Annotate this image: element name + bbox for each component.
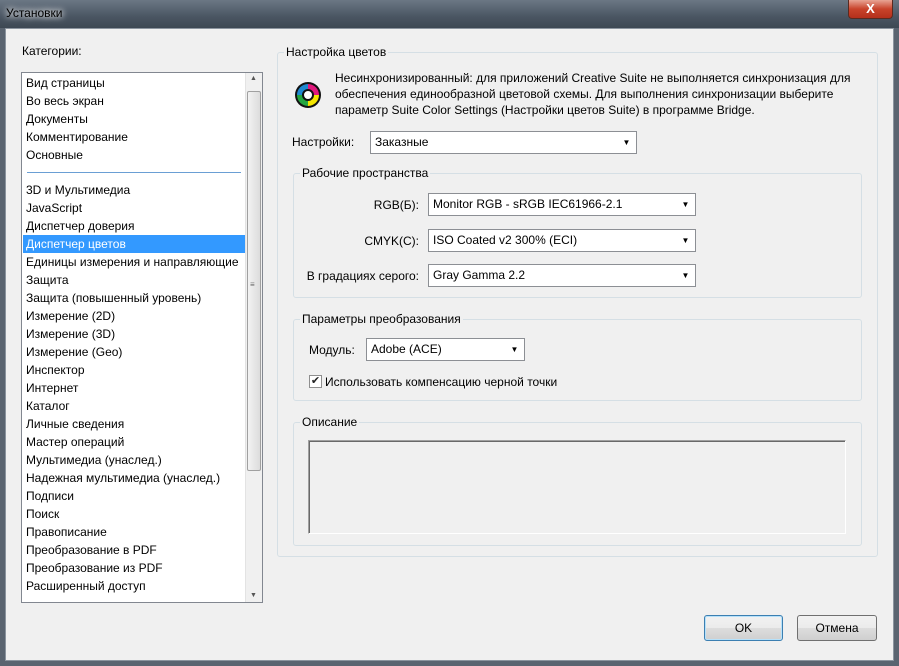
chevron-down-icon: ▼: [681, 236, 690, 245]
scrollbar[interactable]: ▲ ≡ ▼: [245, 73, 262, 602]
list-item[interactable]: Личные сведения: [23, 415, 245, 433]
list-separator: [27, 172, 241, 173]
chevron-down-icon: ▼: [681, 200, 690, 209]
message-line: Несинхронизированный: для приложений Cre…: [335, 71, 851, 85]
list-item[interactable]: Правописание: [23, 523, 245, 541]
settings-select[interactable]: Заказные ▼: [370, 131, 637, 154]
gray-select[interactable]: Gray Gamma 2.2 ▼: [428, 264, 696, 287]
cmyk-label: CMYK(C):: [364, 234, 419, 248]
list-item[interactable]: Надежная мультимедиа (унаслед.): [23, 469, 245, 487]
scroll-down-icon[interactable]: ▼: [250, 592, 257, 599]
engine-select[interactable]: Adobe (ACE) ▼: [366, 338, 525, 361]
chevron-down-icon: ▼: [622, 138, 631, 147]
rgb-value: Monitor RGB - sRGB IEC61966-2.1: [433, 197, 623, 211]
title-bar: Установки X: [0, 0, 899, 28]
ok-button[interactable]: OK: [704, 615, 783, 641]
list-item[interactable]: Преобразование из PDF: [23, 559, 245, 577]
cmyk-value: ISO Coated v2 300% (ECI): [433, 233, 578, 247]
engine-label: Модуль:: [309, 343, 355, 357]
group-title: Настройка цветов: [284, 45, 389, 59]
list-item[interactable]: Измерение (3D): [23, 325, 245, 343]
group-title: Параметры преобразования: [300, 312, 463, 326]
sync-message: Несинхронизированный: для приложений Cre…: [335, 70, 850, 118]
list-item[interactable]: 3D и Мультимедиа: [23, 181, 245, 199]
chevron-down-icon: ▼: [681, 271, 690, 280]
list-item[interactable]: Диспетчер цветов: [23, 235, 245, 253]
scroll-up-icon[interactable]: ▲: [250, 75, 257, 82]
list-item[interactable]: Единицы измерения и направляющие: [23, 253, 245, 271]
bpc-label[interactable]: Использовать компенсацию черной точки: [325, 375, 557, 389]
list-item[interactable]: Диспетчер доверия: [23, 217, 245, 235]
list-item[interactable]: Каталог: [23, 397, 245, 415]
gray-value: Gray Gamma 2.2: [433, 268, 526, 282]
engine-value: Adobe (ACE): [371, 342, 442, 356]
list-item[interactable]: Измерение (2D): [23, 307, 245, 325]
bpc-checkbox[interactable]: ✔: [309, 375, 322, 388]
gray-label: В градациях серого:: [306, 269, 419, 283]
list-item[interactable]: Инспектор: [23, 361, 245, 379]
rgb-select[interactable]: Monitor RGB - sRGB IEC61966-2.1 ▼: [428, 193, 696, 216]
categories-list[interactable]: ▲ ≡ ▼ Вид страницы Во весь экран Документы…: [21, 72, 263, 603]
list-item[interactable]: Мультимедиа (унаслед.): [23, 451, 245, 469]
cmyk-select[interactable]: ISO Coated v2 300% (ECI) ▼: [428, 229, 696, 252]
settings-value: Заказные: [375, 135, 429, 149]
list-item[interactable]: Вид страницы: [23, 74, 245, 92]
group-title: Описание: [300, 415, 360, 429]
list-item[interactable]: Во весь экран: [23, 92, 245, 110]
list-item[interactable]: Документы: [23, 110, 245, 128]
list-item[interactable]: Основные: [23, 146, 245, 164]
chevron-down-icon: ▼: [510, 345, 519, 354]
list-item[interactable]: Мастер операций: [23, 433, 245, 451]
message-line: параметр Suite Color Settings (Настройки…: [335, 103, 755, 117]
list-item[interactable]: Защита: [23, 271, 245, 289]
list-item[interactable]: Интернет: [23, 379, 245, 397]
description-box: [308, 440, 846, 534]
grip-icon: ≡: [250, 280, 255, 289]
list-item[interactable]: Поиск: [23, 505, 245, 523]
list-item[interactable]: Измерение (Geo): [23, 343, 245, 361]
close-button[interactable]: X: [848, 0, 893, 19]
window-title: Установки: [6, 6, 63, 20]
list-item[interactable]: JavaScript: [23, 199, 245, 217]
cancel-button[interactable]: Отмена: [797, 615, 877, 641]
list-item[interactable]: Подписи: [23, 487, 245, 505]
settings-label: Настройки:: [292, 135, 355, 149]
list-item[interactable]: Преобразование в PDF: [23, 541, 245, 559]
list-item[interactable]: Комментирование: [23, 128, 245, 146]
color-wheel-icon: [295, 82, 321, 108]
rgb-label: RGB(Б):: [373, 198, 419, 212]
message-line: обеспечения единообразной цветовой схемы…: [335, 87, 834, 101]
list-item[interactable]: Защита (повышенный уровень): [23, 289, 245, 307]
group-title: Рабочие пространства: [300, 166, 431, 180]
categories-label: Категории:: [22, 44, 82, 58]
list-item[interactable]: Расширенный доступ: [23, 577, 245, 595]
